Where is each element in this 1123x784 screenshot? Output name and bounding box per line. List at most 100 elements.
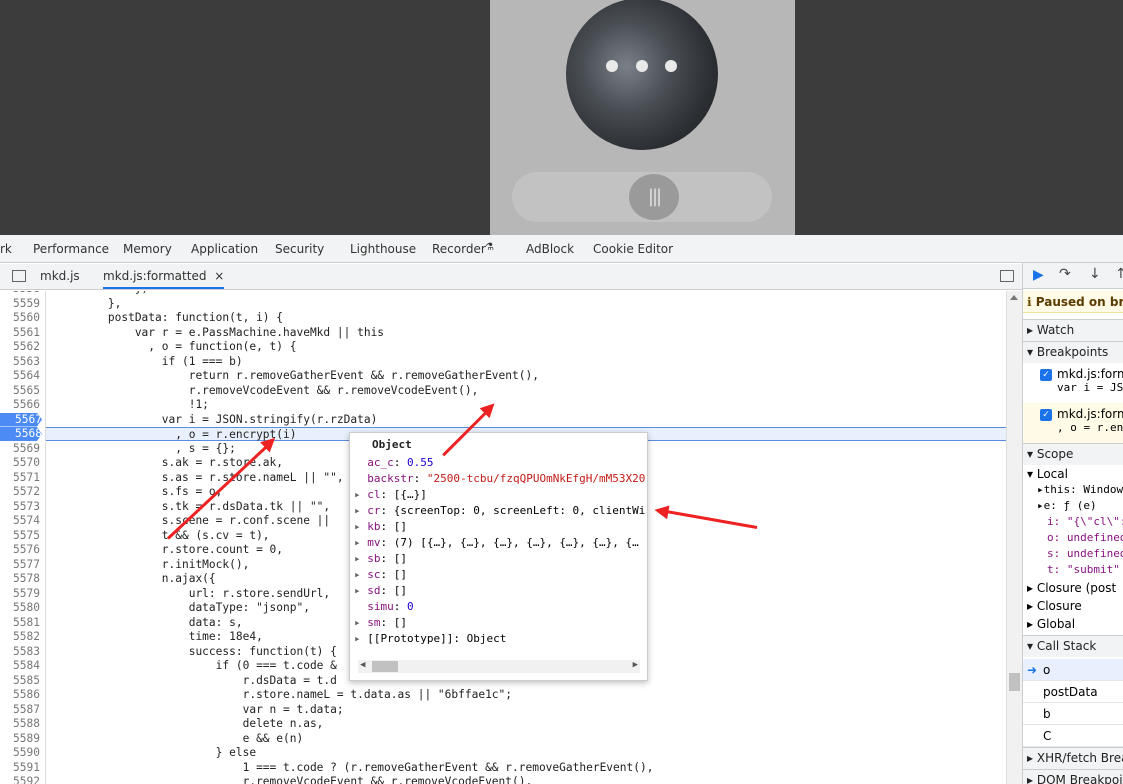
expand-icon: ▸ <box>354 520 368 533</box>
line-number[interactable]: 5559 <box>0 297 40 311</box>
tab-recorder[interactable]: Recorder <box>432 242 486 256</box>
object-property[interactable]: ▸ mv: (7) [{…}, {…}, {…}, {…}, {…}, {…},… <box>354 535 646 551</box>
object-property[interactable]: backstr: "2500-tcbu/fzqQPUOmNkEfgH/mM53X… <box>354 471 646 487</box>
object-property[interactable]: ▸ sb: [] <box>354 551 646 567</box>
line-number[interactable]: 5565 <box>0 384 40 398</box>
property-value: {screenTop: 0, screenLeft: 0, clientWi <box>393 504 646 517</box>
line-number[interactable]: 5580 <box>0 601 40 615</box>
line-number[interactable]: 5575 <box>0 529 40 543</box>
line-number[interactable]: 5587 <box>0 703 40 717</box>
object-property[interactable]: ac_c: 0.55 <box>354 455 646 471</box>
line-number[interactable]: 5563 <box>0 355 40 369</box>
line-number[interactable]: 5574 <box>0 514 40 528</box>
line-number[interactable]: 5566 <box>0 398 40 412</box>
line-number[interactable]: 5577 <box>0 558 40 572</box>
scope-var[interactable]: o: undefined <box>1023 531 1123 544</box>
scroll-right-icon[interactable]: ▶ <box>633 660 638 670</box>
object-property[interactable]: ▸ sd: [] <box>354 583 646 599</box>
object-property[interactable]: ▸ sc: [] <box>354 567 646 583</box>
callstack-frame[interactable]: C <box>1023 725 1123 747</box>
tab-lighthouse[interactable]: Lighthouse <box>350 242 416 256</box>
line-number[interactable]: 5588 <box>0 717 40 731</box>
line-number[interactable]: 5591 <box>0 761 40 775</box>
step-over-icon[interactable]: ↷ <box>1059 266 1071 282</box>
line-number[interactable]: 5570 <box>0 456 40 470</box>
file-tab-mkd-formatted[interactable]: mkd.js:formatted × <box>103 269 225 289</box>
line-number[interactable]: 5589 <box>0 732 40 746</box>
popover-scroll-thumb[interactable] <box>372 661 398 672</box>
object-property[interactable]: ▸ kb: [] <box>354 519 646 535</box>
line-number[interactable]: 5592 <box>0 775 40 784</box>
scope-var[interactable]: s: undefined <box>1023 547 1123 560</box>
line-number[interactable]: 5571 <box>0 471 40 485</box>
line-number[interactable]: 5581 <box>0 616 40 630</box>
line-number[interactable]: 5564 <box>0 369 40 383</box>
toggle-debugger-icon[interactable] <box>1000 270 1014 282</box>
tab-network[interactable]: rk <box>0 242 12 256</box>
dom-breakpoints-section[interactable]: ▸ DOM Breakpoir <box>1023 769 1123 784</box>
line-number[interactable]: 5569 <box>0 442 40 456</box>
line-number[interactable]: 5558 <box>0 291 40 296</box>
line-number[interactable]: 5573 <box>0 500 40 514</box>
tab-performance[interactable]: Performance <box>33 242 109 256</box>
line-number[interactable]: 5576 <box>0 543 40 557</box>
line-number[interactable]: 5590 <box>0 746 40 760</box>
line-number[interactable]: 5578 <box>0 572 40 586</box>
xhr-breakpoints-section[interactable]: ▸ XHR/fetch Break <box>1023 747 1123 769</box>
scope-closure[interactable]: ▸ Closure <box>1023 599 1123 613</box>
object-property[interactable]: simu: 0 <box>354 599 646 615</box>
object-property[interactable]: ▸ sm: [] <box>354 615 646 631</box>
object-preview-popover[interactable]: Object ac_c: 0.55 backstr: "2500-tcbu/fz… <box>349 432 648 681</box>
tab-cookie-editor[interactable]: Cookie Editor <box>593 242 673 256</box>
checkbox-icon[interactable]: ✓ <box>1040 409 1052 421</box>
scroll-up-icon[interactable] <box>1010 295 1018 300</box>
popover-scrollbar[interactable]: ◀ ▶ <box>358 660 640 673</box>
callstack-frame[interactable]: b <box>1023 703 1123 725</box>
scope-section[interactable]: ▾ Scope <box>1023 443 1123 465</box>
scroll-left-icon[interactable]: ◀ <box>360 660 365 670</box>
breakpoints-section[interactable]: ▾ Breakpoints <box>1023 341 1123 363</box>
line-number[interactable]: 5582 <box>0 630 40 644</box>
line-number[interactable]: 5579 <box>0 587 40 601</box>
callstack-section[interactable]: ▾ Call Stack <box>1023 635 1123 657</box>
line-number[interactable]: 5585 <box>0 674 40 688</box>
line-number[interactable]: 5584 <box>0 659 40 673</box>
watch-section[interactable]: ▸ Watch <box>1023 319 1123 341</box>
breakpoint-item-active[interactable]: ✓ mkd.js:forma , o = r.en <box>1023 403 1123 443</box>
editor-scrollbar[interactable] <box>1006 291 1022 784</box>
breakpoint-item[interactable]: ✓ mkd.js:forma var i = JSO <box>1023 363 1123 403</box>
tab-security[interactable]: Security <box>275 242 324 256</box>
tab-adblock[interactable]: AdBlock <box>526 242 574 256</box>
step-out-icon[interactable]: ↑ <box>1115 266 1123 282</box>
object-property[interactable]: ▸ cl: [{…}] <box>354 487 646 503</box>
file-tab-mkd-js[interactable]: mkd.js <box>40 269 80 283</box>
line-number[interactable]: 5560 <box>0 311 40 325</box>
callstack-frame[interactable]: postData <box>1023 681 1123 703</box>
scope-var[interactable]: i: "{\"cl\": <box>1023 515 1123 528</box>
step-into-icon[interactable]: ↓ <box>1089 266 1101 282</box>
line-number[interactable]: 5567 <box>0 412 42 427</box>
line-number[interactable]: 5568 <box>0 427 42 441</box>
line-number[interactable]: 5572 <box>0 485 40 499</box>
scope-var[interactable]: t: "submit" <box>1023 563 1123 576</box>
callstack-frame[interactable]: ➜ o <box>1023 659 1123 681</box>
line-number[interactable]: 5562 <box>0 340 40 354</box>
tab-memory[interactable]: Memory <box>123 242 172 256</box>
line-number[interactable]: 5583 <box>0 645 40 659</box>
resume-icon[interactable]: ▶ <box>1033 267 1044 283</box>
object-property[interactable]: ▸ [[Prototype]]: Object <box>354 631 646 647</box>
line-number[interactable]: 5561 <box>0 326 40 340</box>
tab-application[interactable]: Application <box>191 242 258 256</box>
line-number[interactable]: 5586 <box>0 688 40 702</box>
scroll-thumb[interactable] <box>1009 673 1020 691</box>
scope-var[interactable]: ▸e: ƒ (e) <box>1023 499 1123 512</box>
close-icon[interactable]: × <box>214 269 224 283</box>
scope-global[interactable]: ▸ Global <box>1023 617 1123 631</box>
object-property[interactable]: ▸ cr: {screenTop: 0, screenLeft: 0, clie… <box>354 503 646 519</box>
scope-closure[interactable]: ▸ Closure (post <box>1023 581 1123 595</box>
scope-var[interactable]: ▸this: Window <box>1023 483 1123 496</box>
toggle-navigator-icon[interactable] <box>12 270 26 282</box>
checkbox-icon[interactable]: ✓ <box>1040 369 1052 381</box>
scope-local[interactable]: ▾ Local <box>1023 467 1123 481</box>
captcha-slider-handle[interactable]: ||| <box>629 174 679 220</box>
